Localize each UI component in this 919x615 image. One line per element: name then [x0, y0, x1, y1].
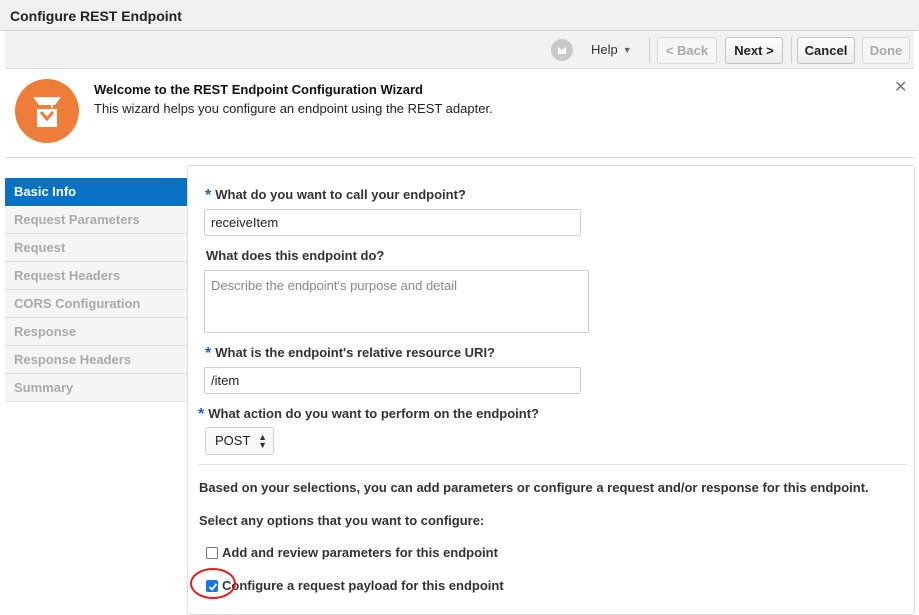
nav-item-cors-configuration[interactable]: CORS Configuration [5, 290, 187, 318]
endpoint-uri-input[interactable]: /item [204, 367, 581, 394]
welcome-description: This wizard helps you configure an endpo… [94, 101, 493, 116]
endpoint-purpose-label: What does this endpoint do? [206, 248, 385, 263]
toolbar-divider [649, 37, 650, 63]
request-payload-checkbox-label[interactable]: Configure a request payload for this end… [222, 578, 504, 593]
nav-item-request-headers[interactable]: Request Headers [5, 262, 187, 290]
parameters-checkbox-label[interactable]: Add and review parameters for this endpo… [222, 545, 498, 560]
window-title: Configure REST Endpoint [10, 8, 182, 24]
toolbar-divider [791, 37, 792, 63]
required-marker: * [205, 187, 212, 204]
back-button[interactable]: < Back [657, 37, 717, 64]
parameters-checkbox[interactable] [206, 546, 218, 559]
endpoint-action-label: What action do you want to perform on th… [208, 406, 539, 421]
chevron-down-icon: ▼ [622, 45, 632, 55]
help-menu-button[interactable]: Help ▼ [591, 42, 632, 57]
help-label: Help [591, 42, 618, 57]
option-parameters-row[interactable]: Add and review parameters for this endpo… [206, 545, 498, 560]
cancel-button[interactable]: Cancel [797, 37, 855, 64]
wizard-toolbar: Help ▼ < Back Next > Cancel Done [5, 31, 914, 69]
http-action-select[interactable]: POST ▲ ▼ [205, 427, 274, 455]
select-arrows-icon: ▲ ▼ [258, 432, 267, 450]
endpoint-uri-label: What is the endpoint's relative resource… [215, 345, 495, 360]
wizard-steps-nav: Basic Info Request Parameters Request Re… [5, 178, 187, 402]
endpoint-name-label: What do you want to call your endpoint? [215, 187, 466, 202]
window-titlebar: Configure REST Endpoint [0, 0, 919, 31]
done-button[interactable]: Done [862, 37, 910, 64]
endpoint-uri-question: * What is the endpoint's relative resourc… [205, 344, 495, 362]
options-prompt: Select any options that you want to conf… [199, 513, 485, 528]
help-circle-icon[interactable] [551, 39, 573, 61]
nav-item-response[interactable]: Response [5, 318, 187, 346]
endpoint-action-question: * What action do you want to perform on t… [198, 405, 539, 423]
nav-item-summary[interactable]: Summary [5, 374, 187, 402]
wizard-logo-icon [15, 79, 79, 143]
section-divider [198, 464, 907, 465]
nav-item-request[interactable]: Request [5, 234, 187, 262]
endpoint-name-input[interactable]: receiveItem [204, 209, 581, 236]
configuration-info-text: Based on your selections, you can add pa… [199, 480, 869, 495]
option-request-row[interactable]: Configure a request payload for this end… [206, 578, 504, 593]
nav-item-basic-info[interactable]: Basic Info [5, 178, 187, 206]
welcome-heading: Welcome to the REST Endpoint Configurati… [94, 82, 423, 97]
endpoint-purpose-textarea[interactable]: Describe the endpoint's purpose and deta… [204, 270, 589, 333]
next-button[interactable]: Next > [725, 37, 783, 64]
welcome-banner: Welcome to the REST Endpoint Configurati… [5, 69, 914, 158]
highlight-annotation-circle [190, 568, 236, 599]
nav-item-request-parameters[interactable]: Request Parameters [5, 206, 187, 234]
nav-item-response-headers[interactable]: Response Headers [5, 346, 187, 374]
http-action-value: POST [215, 433, 251, 448]
required-marker: * [198, 406, 205, 423]
endpoint-name-question: * What do you want to call your endpoint? [205, 186, 466, 204]
basic-info-panel: * What do you want to call your endpoint?… [187, 165, 915, 615]
required-marker: * [205, 345, 212, 362]
close-icon[interactable]: ✕ [894, 80, 907, 96]
